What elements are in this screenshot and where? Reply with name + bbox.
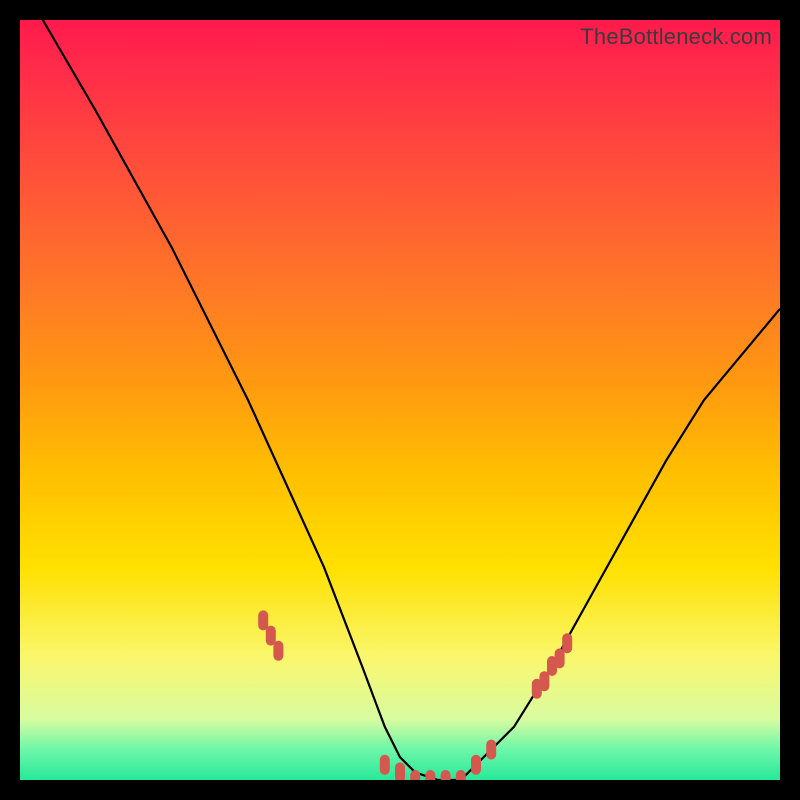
plot-area: TheBottleneck.com [20,20,780,780]
highlight-dot [266,626,276,646]
highlight-dot [471,755,481,775]
highlight-dot [425,770,435,780]
highlight-dot [562,633,572,653]
highlight-dot [555,648,565,668]
highlight-dot [539,671,549,691]
highlight-dot [441,770,451,780]
chart-frame: TheBottleneck.com [0,0,800,800]
highlight-dot [258,610,268,630]
highlight-dot [486,740,496,760]
highlight-dot [380,755,390,775]
highlight-dot [395,762,405,780]
bottleneck-curve [43,20,780,780]
highlight-dot [410,770,420,780]
highlight-dot-layer [258,610,572,780]
chart-svg [20,20,780,780]
highlight-dot [456,770,466,780]
highlight-dot [273,641,283,661]
